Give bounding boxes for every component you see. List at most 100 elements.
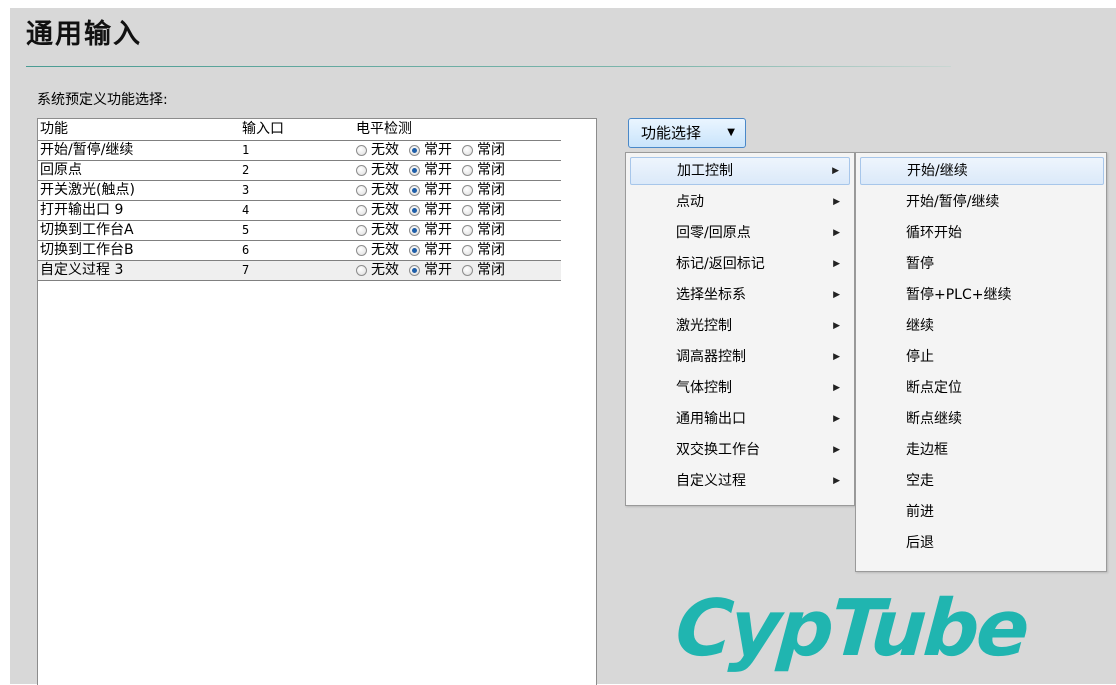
table-row[interactable]: 自定义过程 3 7 无效 常开 常闭 [38, 260, 561, 281]
radio-button[interactable] [409, 165, 420, 176]
level-radio-option[interactable]: 无效 [356, 141, 399, 160]
level-radio-option[interactable]: 无效 [356, 201, 399, 220]
level-radio-option[interactable]: 无效 [356, 261, 399, 280]
chevron-down-icon: ▼ [727, 127, 735, 138]
level-radio-option[interactable]: 常闭 [462, 201, 505, 220]
level-radio-option[interactable]: 常闭 [462, 141, 505, 160]
level-radio-option[interactable]: 无效 [356, 161, 399, 180]
level-radio-option[interactable]: 常闭 [462, 181, 505, 200]
radio-button[interactable] [356, 165, 367, 176]
function-select-button[interactable]: 功能选择 ▼ [628, 118, 746, 148]
menu-item[interactable]: 自定义过程 ▶ [630, 467, 850, 495]
header-port: 输入口 [242, 121, 284, 137]
radio-button[interactable] [356, 205, 367, 216]
header-function: 功能 [40, 121, 68, 137]
radio-label: 无效 [371, 202, 399, 218]
menu-item[interactable]: 走边框 [860, 436, 1104, 464]
radio-button[interactable] [462, 245, 473, 256]
menu-item-label: 断点定位 [906, 380, 962, 396]
radio-button[interactable] [356, 185, 367, 196]
menu-item[interactable]: 继续 [860, 312, 1104, 340]
menu-item[interactable]: 断点继续 [860, 405, 1104, 433]
menu-item[interactable]: 气体控制 ▶ [630, 374, 850, 402]
table-row[interactable]: 开始/暂停/继续 1 无效 常开 常闭 [38, 140, 561, 160]
radio-button[interactable] [356, 225, 367, 236]
level-radio-option[interactable]: 常开 [409, 221, 452, 240]
radio-label: 常开 [424, 162, 452, 178]
level-radio-option[interactable]: 常闭 [462, 221, 505, 240]
radio-button[interactable] [356, 245, 367, 256]
radio-button[interactable] [409, 245, 420, 256]
menu-item[interactable]: 双交换工作台 ▶ [630, 436, 850, 464]
level-radio-option[interactable]: 常开 [409, 241, 452, 260]
menu-item-label: 双交换工作台 [676, 442, 760, 458]
radio-button[interactable] [409, 265, 420, 276]
menu-item[interactable]: 断点定位 [860, 374, 1104, 402]
level-radio-option[interactable]: 常闭 [462, 261, 505, 280]
level-radio-option[interactable]: 常开 [409, 181, 452, 200]
level-radio-option[interactable]: 常闭 [462, 241, 505, 260]
radio-label: 无效 [371, 162, 399, 178]
radio-button[interactable] [409, 205, 420, 216]
menu-item-label: 标记/返回标记 [676, 256, 765, 272]
level-radio-option[interactable]: 常开 [409, 201, 452, 220]
level-radio-option[interactable]: 无效 [356, 221, 399, 240]
radio-button[interactable] [462, 205, 473, 216]
menu-item[interactable]: 循环开始 [860, 219, 1104, 247]
menu-item[interactable]: 标记/返回标记 ▶ [630, 250, 850, 278]
menu-item[interactable]: 激光控制 ▶ [630, 312, 850, 340]
radio-button[interactable] [409, 225, 420, 236]
radio-button[interactable] [462, 145, 473, 156]
chevron-right-icon: ▶ [833, 445, 840, 455]
menu-item[interactable]: 选择坐标系 ▶ [630, 281, 850, 309]
radio-button[interactable] [462, 165, 473, 176]
radio-button[interactable] [356, 145, 367, 156]
chevron-right-icon: ▶ [833, 383, 840, 393]
menu-item-label: 自定义过程 [676, 473, 746, 489]
menu-item-label: 通用输出口 [676, 411, 746, 427]
radio-button[interactable] [462, 225, 473, 236]
menu-item[interactable]: 通用输出口 ▶ [630, 405, 850, 433]
menu-item[interactable]: 停止 [860, 343, 1104, 371]
radio-button[interactable] [462, 185, 473, 196]
menu-item-label: 停止 [906, 349, 934, 365]
table-row[interactable]: 打开输出口 9 4 无效 常开 常闭 [38, 200, 561, 220]
port-cell: 6 [242, 243, 250, 257]
menu-item[interactable]: 加工控制 ▶ [630, 157, 850, 185]
level-radio-option[interactable]: 无效 [356, 181, 399, 200]
table-row[interactable]: 回原点 2 无效 常开 常闭 [38, 160, 561, 180]
menu-item[interactable]: 调高器控制 ▶ [630, 343, 850, 371]
level-radio-option[interactable]: 常开 [409, 161, 452, 180]
port-cell: 2 [242, 163, 250, 177]
page-title: 通用输入 [26, 19, 142, 50]
radio-label: 常开 [424, 242, 452, 258]
table-row[interactable]: 切换到工作台A 5 无效 常开 常闭 [38, 220, 561, 240]
radio-label: 常开 [424, 142, 452, 158]
menu-item[interactable]: 空走 [860, 467, 1104, 495]
table-row[interactable]: 开关激光(触点) 3 无效 常开 常闭 [38, 180, 561, 200]
level-radio-option[interactable]: 无效 [356, 241, 399, 260]
menu-item[interactable]: 暂停 [860, 250, 1104, 278]
radio-label: 常开 [424, 182, 452, 198]
radio-label: 常闭 [477, 202, 505, 218]
menu-item[interactable]: 开始/暂停/继续 [860, 188, 1104, 216]
menu-item[interactable]: 前进 [860, 498, 1104, 526]
level-radio-option[interactable]: 常开 [409, 261, 452, 280]
menu-item[interactable]: 开始/继续 [860, 157, 1104, 185]
menu-item[interactable]: 后退 [860, 529, 1104, 557]
radio-button[interactable] [409, 145, 420, 156]
level-radio-option[interactable]: 常开 [409, 141, 452, 160]
radio-button[interactable] [462, 265, 473, 276]
function-cell: 切换到工作台A [40, 222, 134, 238]
radio-label: 无效 [371, 142, 399, 158]
level-radio-group: 无效 常开 常闭 [356, 181, 515, 200]
radio-label: 无效 [371, 182, 399, 198]
menu-item[interactable]: 点动 ▶ [630, 188, 850, 216]
menu-item[interactable]: 回零/回原点 ▶ [630, 219, 850, 247]
menu-item[interactable]: 暂停+PLC+继续 [860, 281, 1104, 309]
radio-button[interactable] [409, 185, 420, 196]
table-row[interactable]: 切换到工作台B 6 无效 常开 常闭 [38, 240, 561, 260]
radio-button[interactable] [356, 265, 367, 276]
level-radio-option[interactable]: 常闭 [462, 161, 505, 180]
function-cell: 切换到工作台B [40, 242, 134, 258]
